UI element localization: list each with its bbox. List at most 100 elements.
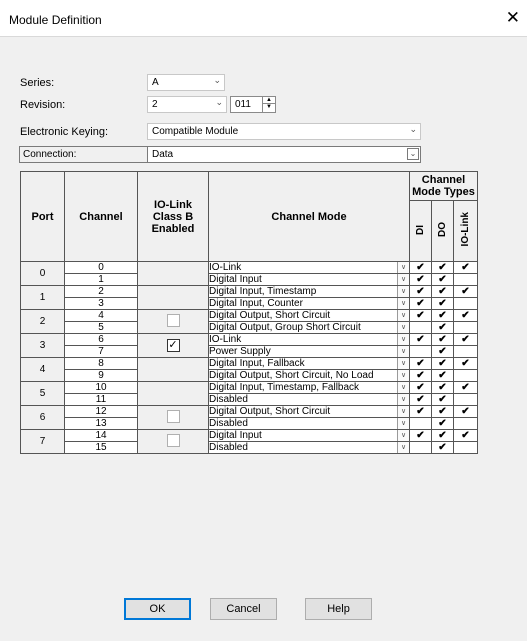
channel-mode-select[interactable]: Disabled ∨ xyxy=(208,393,410,406)
do-check-cell: ✔ xyxy=(431,297,454,310)
chevron-down-icon[interactable]: ∨ xyxy=(397,418,409,429)
channel-mode-select[interactable]: Digital Input ∨ xyxy=(208,273,410,286)
do-check-cell: ✔ xyxy=(431,333,454,346)
chevron-down-icon[interactable]: ∨ xyxy=(397,406,409,417)
table-row: 5 10 Digital Input, Timestamp, Fallback ∨ ✔ ✔… xyxy=(20,381,478,406)
chevron-down-icon: ⌄ xyxy=(409,124,417,134)
channel-mode-select[interactable]: Digital Input, Timestamp, Fallback ∨ xyxy=(208,381,410,394)
channel-mode-value: Digital Input, Counter xyxy=(209,298,303,309)
chevron-down-icon[interactable]: ∨ xyxy=(397,262,409,273)
do-check-cell: ✔ xyxy=(431,429,454,442)
close-icon[interactable]: ✕ xyxy=(506,9,520,26)
di-check-cell: ✔ xyxy=(409,297,432,310)
chevron-down-icon[interactable]: ∨ xyxy=(397,298,409,309)
table-row: 1 Digital Input ∨ ✔ ✔ xyxy=(21,273,478,286)
revision-select[interactable]: 2 ⌄ xyxy=(147,96,227,113)
iol-check-cell xyxy=(453,369,478,382)
chevron-down-icon[interactable]: ∨ xyxy=(397,274,409,285)
spin-down-icon[interactable]: ▼ xyxy=(263,104,275,111)
revision-minor-spinner[interactable]: 011 ▲ ▼ xyxy=(230,96,276,113)
channel-mode-select[interactable]: Disabled ∨ xyxy=(208,441,410,454)
connection-row: Connection: Data ⌄ xyxy=(19,146,421,163)
iolink-classb-checkbox[interactable] xyxy=(166,433,180,447)
chevron-down-icon[interactable]: ∨ xyxy=(397,394,409,405)
chevron-down-icon[interactable]: ∨ xyxy=(397,442,409,453)
iol-check-cell xyxy=(453,321,478,334)
do-header: DO xyxy=(431,200,454,262)
di-check-cell: ✔ xyxy=(409,333,432,346)
iol-check-cell: ✔ xyxy=(453,333,478,346)
chevron-down-icon[interactable]: ∨ xyxy=(397,322,409,333)
channel-mode-select[interactable]: Digital Input, Fallback ∨ xyxy=(208,357,410,370)
iolink-classb-header: IO-Link Class B Enabled xyxy=(137,171,209,262)
do-check-cell: ✔ xyxy=(431,417,454,430)
table-row: 2 4 Digital Output, Short Circuit ∨ ✔ ✔ ✔ xyxy=(20,309,478,334)
iol-check-cell xyxy=(453,297,478,310)
channel-mode-value: IO-Link xyxy=(209,334,242,345)
iolink-classb-cell xyxy=(137,309,209,334)
di-check-cell: ✔ xyxy=(409,393,432,406)
help-button[interactable]: Help xyxy=(305,598,372,620)
port-cell: 5 xyxy=(20,381,65,406)
iolink-classb-checkbox[interactable] xyxy=(166,409,180,423)
channel-mode-types-header: Channel Mode Types xyxy=(409,171,478,201)
do-check-cell: ✔ xyxy=(431,393,454,406)
connection-select[interactable]: Data ⌄ xyxy=(149,147,420,162)
channel-mode-select[interactable]: IO-Link ∨ xyxy=(208,261,410,274)
channel-mode-select[interactable]: Digital Input, Counter ∨ xyxy=(208,297,410,310)
channel-mode-value: Disabled xyxy=(209,442,248,453)
table-row: 0 0 IO-Link ∨ ✔ ✔ ✔ xyxy=(20,261,478,286)
chevron-down-icon[interactable]: ∨ xyxy=(397,286,409,297)
chevron-down-icon[interactable]: ∨ xyxy=(397,382,409,393)
chevron-down-icon[interactable]: ∨ xyxy=(397,430,409,441)
connection-label: Connection: xyxy=(20,147,148,162)
channel-mode-select[interactable]: Digital Output, Short Circuit ∨ xyxy=(208,405,410,418)
iol-check-cell: ✔ xyxy=(453,429,478,442)
series-value: A xyxy=(152,77,159,88)
channel-mode-value: Digital Output, Short Circuit xyxy=(209,406,331,417)
table-row: 6 12 Digital Output, Short Circuit ∨ ✔ ✔ ✔ xyxy=(20,405,478,430)
spinner-buttons[interactable]: ▲ ▼ xyxy=(262,97,275,112)
channel-mode-select[interactable]: Digital Output, Group Short Circuit ∨ xyxy=(208,321,410,334)
channel-cell: 11 xyxy=(64,393,138,406)
channel-mode-select[interactable]: Digital Output, Short Circuit ∨ xyxy=(208,309,410,322)
chevron-down-icon[interactable]: ∨ xyxy=(397,358,409,369)
iolink-classb-cell xyxy=(137,381,209,406)
chevron-down-icon[interactable]: ∨ xyxy=(397,334,409,345)
table-row: 15 Disabled ∨ ✔ xyxy=(21,441,478,454)
channel-mode-select[interactable]: Disabled ∨ xyxy=(208,417,410,430)
channel-cell: 5 xyxy=(64,321,138,334)
channel-mode-value: Digital Output, Group Short Circuit xyxy=(209,322,361,333)
iolink-classb-checkbox[interactable]: ✓ xyxy=(166,339,180,352)
table-row: 9 Digital Output, Short Circuit, No Load ∨… xyxy=(21,369,478,382)
channel-mode-select[interactable]: IO-Link ∨ xyxy=(208,333,410,346)
channel-mode-select[interactable]: Digital Input, Timestamp ∨ xyxy=(208,285,410,298)
port-header: Port xyxy=(20,171,65,262)
channel-mode-select[interactable]: Power Supply ∨ xyxy=(208,345,410,358)
spin-up-icon[interactable]: ▲ xyxy=(263,97,275,104)
channel-mode-value: Digital Input xyxy=(209,430,262,441)
di-check-cell xyxy=(409,417,432,430)
do-check-cell: ✔ xyxy=(431,441,454,454)
channel-mode-value: Power Supply xyxy=(209,346,271,357)
port-cell: 4 xyxy=(20,357,65,382)
channel-mode-value: Digital Output, Short Circuit, No Load xyxy=(209,370,374,381)
iolink-classb-checkbox[interactable] xyxy=(166,313,180,327)
ok-button[interactable]: OK xyxy=(124,598,191,620)
channel-mode-select[interactable]: Digital Output, Short Circuit, No Load ∨ xyxy=(208,369,410,382)
chevron-down-icon[interactable]: ∨ xyxy=(397,370,409,381)
chevron-down-icon[interactable]: ∨ xyxy=(397,310,409,321)
channel-mode-select[interactable]: Digital Input ∨ xyxy=(208,429,410,442)
do-check-cell: ✔ xyxy=(431,285,454,298)
iol-check-cell: ✔ xyxy=(453,405,478,418)
keying-label: Electronic Keying: xyxy=(20,126,109,138)
series-select[interactable]: A ⌄ xyxy=(147,74,225,91)
chevron-down-icon[interactable]: ∨ xyxy=(397,346,409,357)
cancel-button[interactable]: Cancel xyxy=(210,598,277,620)
keying-value: Compatible Module xyxy=(152,126,239,137)
channel-cell: 15 xyxy=(64,441,138,454)
iolink-classb-cell xyxy=(137,357,209,382)
keying-select[interactable]: Compatible Module ⌄ xyxy=(147,123,421,140)
iol-check-cell xyxy=(453,393,478,406)
iol-check-cell xyxy=(453,417,478,430)
